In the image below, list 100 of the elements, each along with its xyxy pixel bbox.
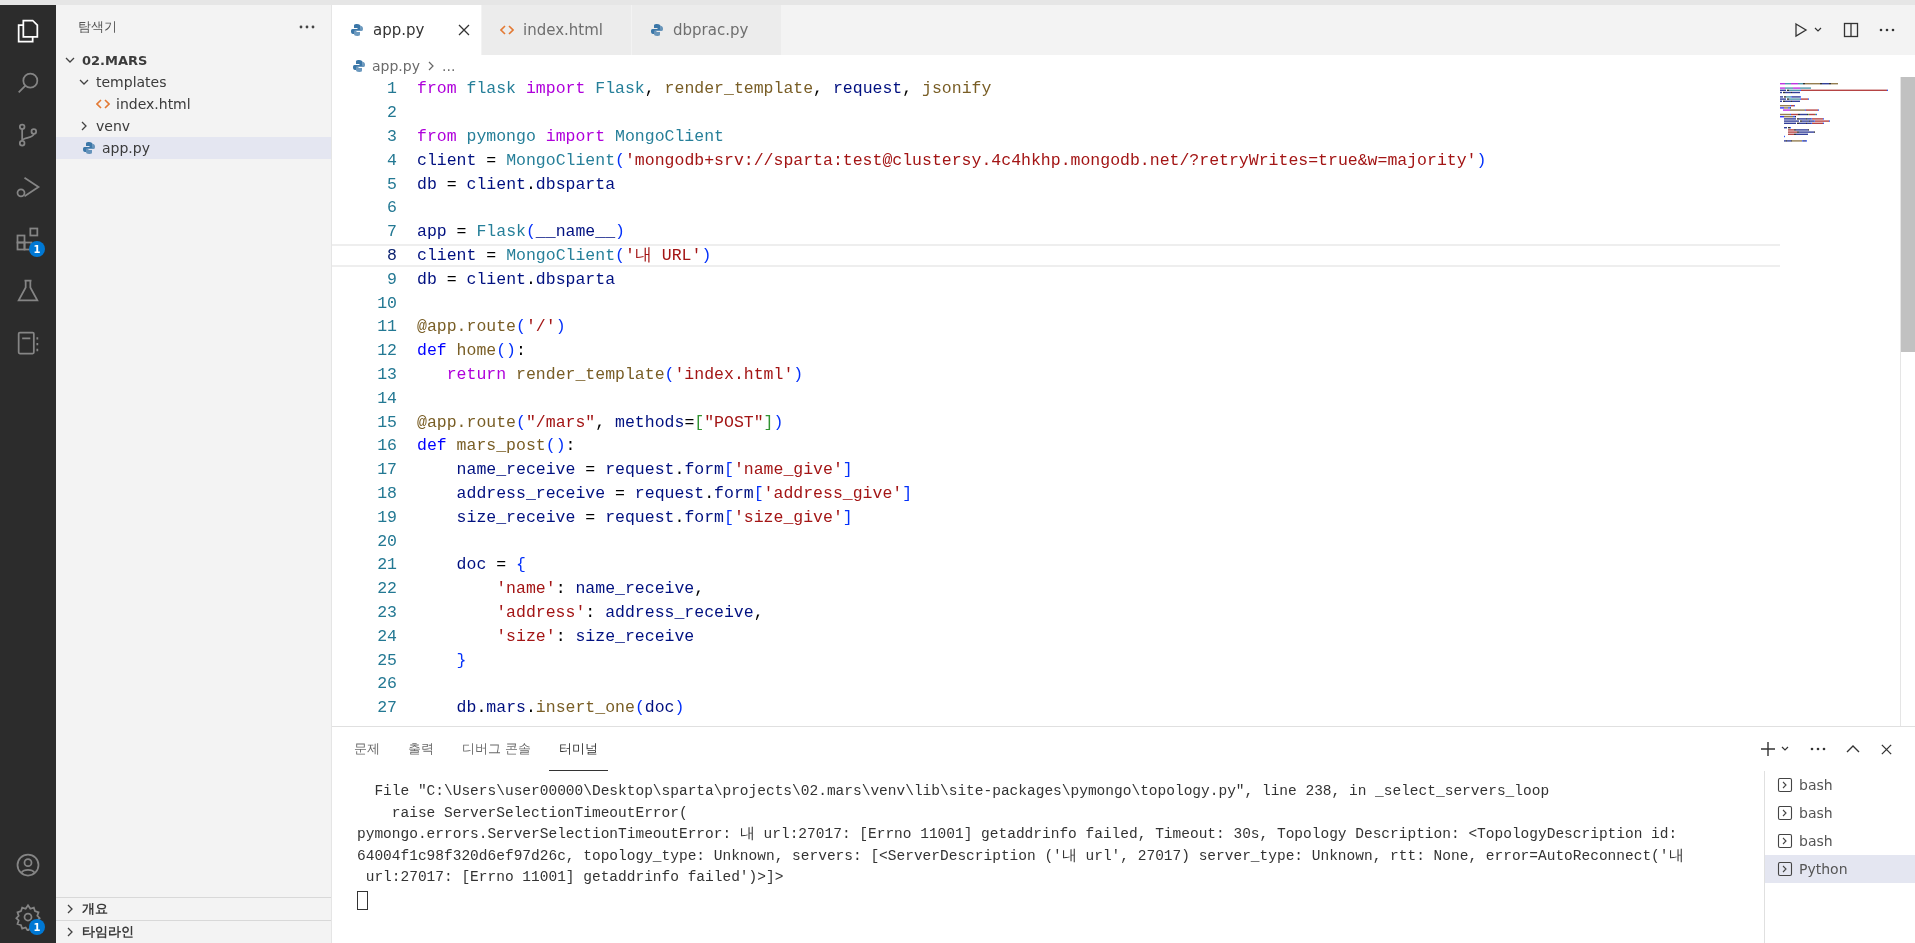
python-file-icon: [352, 59, 366, 73]
panel-tab[interactable]: 터미널: [549, 727, 609, 771]
editor-tab[interactable]: dbprac.py: [632, 5, 782, 55]
code-line: @app.route('/'): [417, 317, 566, 337]
chevron-up-icon[interactable]: [1846, 744, 1860, 754]
line-number: 4: [386, 150, 398, 170]
line-number: 27: [376, 698, 398, 718]
tree-item[interactable]: templates: [56, 71, 331, 93]
panel-tab[interactable]: 출력: [398, 727, 444, 771]
line-number: 9: [386, 269, 398, 289]
terminal-line: url:27017: [Errno 11001] getaddrinfo failed')>]>: [364, 868, 785, 887]
terminal-line: raise ServerSelectionTimeoutError(: [390, 803, 689, 823]
notification-badge: 1: [29, 919, 45, 935]
close-icon[interactable]: [457, 23, 471, 37]
code-line: address_receive = request.form['address_give']: [455, 483, 913, 503]
python-file-icon: [350, 23, 364, 37]
terminal-list-item[interactable]: bash: [1765, 771, 1915, 799]
code-line: db.mars.insert_one(doc): [455, 698, 685, 718]
run-icon[interactable]: [1793, 22, 1809, 38]
line-number: 16: [376, 436, 398, 456]
line-number: 11: [376, 317, 398, 337]
code-brackets-icon: [96, 98, 110, 110]
cursor-icon: [357, 890, 368, 910]
code-line: 'size': size_receive: [495, 626, 695, 646]
terminal-line: pymongo.errors.ServerSelectionTimeoutError: 내 url:27017: [Errno 11001] getaddrinfo failed, Timeout: 30s, Topology Description: <TopologyDescription id:: [357, 825, 1679, 844]
terminal-icon: [1777, 805, 1793, 821]
code-line: 'name': name_receive,: [495, 579, 705, 599]
line-number: 26: [376, 674, 398, 694]
line-number: 13: [376, 364, 398, 384]
line-number: 14: [376, 388, 398, 408]
line-number: 3: [386, 127, 398, 146]
line-number: 6: [386, 198, 398, 218]
code-line: from flask import Flask, render_template, request, jsonify: [417, 79, 992, 99]
code-line: app = Flask(__name__): [417, 222, 625, 242]
section-header[interactable]: 타임라인: [56, 920, 331, 943]
code-line: @app.route("/mars", methods=["POST"]): [417, 412, 784, 432]
panel-tab[interactable]: 디버그 콘솔: [452, 727, 542, 771]
editor-tab[interactable]: app.py: [332, 5, 482, 55]
line-number: 7: [386, 222, 398, 242]
line-number: 21: [376, 555, 398, 575]
python-file-icon: [650, 23, 664, 37]
more-icon[interactable]: [299, 25, 315, 29]
sidebar-title: 탐색기: [78, 18, 117, 36]
terminal-icon: [1777, 833, 1793, 849]
chevron-icon: [426, 60, 436, 72]
plus-icon[interactable]: [1760, 741, 1776, 757]
line-number: 17: [376, 460, 398, 480]
activity-button[interactable]: 1: [0, 891, 56, 943]
terminal-icon: [1777, 861, 1793, 877]
code-line: db = client.dbsparta: [417, 174, 616, 194]
code-line: }: [455, 650, 467, 670]
terminal-list-item[interactable]: bash: [1765, 799, 1915, 827]
line-number: 8: [386, 245, 398, 265]
code-line: def mars_post():: [417, 436, 576, 456]
more-icon[interactable]: [1879, 28, 1895, 32]
code-line: name_receive = request.form['name_give']: [455, 460, 853, 480]
tree-item[interactable]: app.py: [56, 137, 331, 159]
notification-badge: 1: [29, 241, 45, 257]
line-number: 5: [386, 174, 398, 194]
section-header[interactable]: 개요: [56, 897, 331, 920]
tree-item[interactable]: venv: [56, 115, 331, 137]
tree-item[interactable]: index.html: [56, 93, 331, 115]
editor-tab[interactable]: index.html: [482, 5, 632, 55]
line-number: 19: [376, 507, 398, 527]
code-line: client = MongoClient('mongodb+srv://sparta:test@clustersy.4c4hkhp.mongodb.net/?retryWrites=true&w=majority'): [417, 150, 1487, 170]
code-line: size_receive = request.form['size_give']: [455, 507, 853, 527]
code-line: 'address': address_receive,: [495, 602, 764, 622]
settings-icon: [14, 903, 42, 931]
line-number: 12: [376, 341, 398, 361]
line-number: 24: [376, 626, 398, 646]
activity-button[interactable]: 1: [0, 213, 56, 265]
tree-item[interactable]: 02.MARS: [56, 49, 331, 71]
terminal-line: File "C:\Users\user00000\Desktop\sparta\projects\02.mars\venv\lib\site-packages\pymongo\topology.py", line 238, in _select_servers_loop: [373, 782, 1551, 801]
scrollbar-thumb[interactable]: [1901, 77, 1915, 352]
close-icon[interactable]: [1880, 742, 1893, 756]
line-number: 25: [376, 650, 398, 670]
code-line: def home():: [417, 341, 526, 361]
terminal-list-item[interactable]: bash: [1765, 827, 1915, 855]
code-line: from pymongo import MongoClient: [417, 127, 724, 146]
line-number: 23: [376, 602, 398, 622]
code-line: client = MongoClient('내 URL'): [417, 245, 712, 267]
line-number: 1: [386, 79, 398, 99]
python-file-icon: [82, 141, 96, 155]
code-line: return render_template('index.html'): [445, 364, 804, 384]
terminal-list-item[interactable]: Python: [1765, 855, 1915, 883]
breadcrumb-item[interactable]: app.py: [372, 58, 420, 74]
line-number: 18: [376, 483, 398, 503]
split-editor-icon[interactable]: [1843, 22, 1859, 38]
terminal-icon: [1777, 777, 1793, 793]
code-brackets-icon: [500, 24, 514, 36]
more-icon[interactable]: [1810, 747, 1826, 751]
line-number: 20: [376, 531, 398, 551]
code-line: doc = {: [455, 555, 526, 575]
line-number: 10: [376, 293, 398, 313]
breadcrumb-item[interactable]: ...: [442, 58, 456, 74]
account-icon: [14, 851, 42, 879]
panel-tab[interactable]: 문제: [344, 727, 390, 771]
terminal-line: 64004f1c98f320d6ef97d26c, topology_type: Unknown, servers: [<ServerDescription ('내 url', 27017) server_type: Unknown, rtt: None, error=AutoReconnect('내: [357, 846, 1685, 866]
line-number: 22: [376, 579, 398, 599]
line-number: 15: [376, 412, 398, 432]
